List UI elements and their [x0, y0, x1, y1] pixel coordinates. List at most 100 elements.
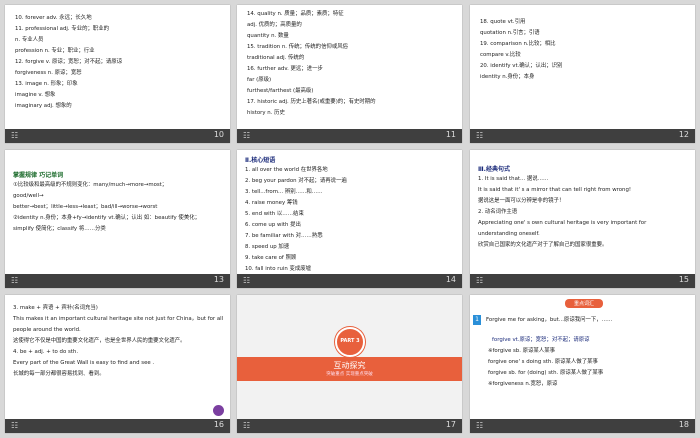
line-3: 这使得它不仅是中国的重要文化遗产，也是全世界人民的重要文化遗产。 — [13, 338, 186, 344]
line-2: forgive vt.原谅；宽恕；对不起；请原谅 — [492, 337, 590, 343]
line-4: 12. forgive v. 原谅；宽恕；对不起；请原谅 — [15, 59, 123, 65]
line-3: ②identity n.身份；本身+fy→identify vt.确认；认出 如… — [13, 215, 200, 221]
notes-icon: ☷ — [476, 421, 484, 430]
line-7: 8. speed up 加速 — [245, 244, 290, 250]
notes-icon: ☷ — [11, 421, 19, 430]
line-4: traditional adj. 传统的 — [247, 55, 305, 61]
slide-number: 17 — [445, 420, 456, 429]
slide-number: 12 — [678, 130, 689, 139]
slide-footer: ☷ 14 — [237, 274, 462, 288]
line-2: 3. tell...from... 辨别……和…… — [245, 189, 323, 195]
line-6: 13. image n. 形象；印象 — [15, 81, 78, 87]
line-5: 16. further adv. 更远；进一步 — [247, 66, 323, 72]
title-band: 互动探究 突破重点 实现重点突破 — [237, 357, 462, 381]
notes-icon: ☷ — [243, 131, 251, 140]
slide-footer: ☷ 18 — [470, 419, 695, 433]
slide-thumbnail-12[interactable]: 18. quote vt.引用 quotation n.引言；引语 19. co… — [470, 5, 695, 143]
line-1: This makes it an important cultural heri… — [13, 316, 224, 322]
line-4: Appreciating one' s own cultural heritag… — [478, 220, 647, 226]
slide-footer: ☷ 17 — [237, 419, 462, 433]
line-5: Every part of the Great Wall is easy to … — [13, 360, 155, 366]
part-label: PART 3 — [340, 338, 360, 344]
line-2: n. 专业人员 — [15, 37, 44, 43]
home-icon[interactable] — [213, 405, 224, 416]
line-0: 10. forever adv. 永远；长久地 — [15, 15, 92, 21]
slide-number: 18 — [678, 420, 689, 429]
line-6: ※forgiveness n.宽恕，原谅 — [488, 381, 558, 387]
line-8: 17. historic adj. 历史上著名(或重要)的；有史时期的 — [247, 99, 376, 105]
notes-icon: ☷ — [11, 131, 19, 140]
line-3: 2. 动名词作主语 — [478, 209, 518, 215]
line-9: history n. 历史 — [247, 110, 285, 116]
item-number-box: 1 — [473, 315, 481, 325]
line-2: 据说这是一面可以分辨是非的镜子！ — [478, 198, 565, 204]
notes-icon: ☷ — [243, 276, 251, 285]
section-title: 掌握规律 巧记单词 — [13, 172, 64, 179]
line-0: 1. It is said that... 据说…… — [478, 176, 549, 182]
line-9: 10. fall into ruin 变成废墟 — [245, 266, 312, 272]
slide-thumbnail-13[interactable]: 掌握规律 巧记单词 ①比较级和最高级的不规则变化：many/much→more→… — [5, 150, 230, 288]
line-5: forgiveness n. 原谅；宽恕 — [15, 70, 82, 76]
slide-footer: ☷ 11 — [237, 129, 462, 143]
line-3: 15. tradition n. 传统；传统的信仰或风俗 — [247, 44, 349, 50]
slide-footer: ☷ 15 — [470, 274, 695, 288]
line-0: 14. quality n. 质量；品质；素质；特征 — [247, 11, 344, 17]
line-5: identity n.身份；本身 — [480, 74, 535, 80]
line-0: 18. quote vt.引用 — [480, 19, 526, 25]
line-6: far (原级) — [247, 77, 272, 83]
notes-icon: ☷ — [476, 276, 484, 285]
part-subtitle: 突破重点 实现重点突破 — [326, 372, 373, 377]
line-3: 4. raise money 筹钱 — [245, 200, 298, 206]
line-4: 4. be + adj. + to do sth. — [13, 349, 79, 355]
slide-footer: ☷ 16 — [5, 419, 230, 433]
line-2: 19. comparison n.比较；相比 — [480, 41, 556, 47]
line-0: 1. all over the world 在世界各地 — [245, 167, 328, 173]
slide-number: 15 — [678, 275, 689, 284]
section-title: Ⅱ.核心短语 — [245, 157, 276, 164]
slide-number: 16 — [213, 420, 224, 429]
line-1: 2. beg your pardon 对不起；请再说一遍 — [245, 178, 347, 184]
line-0: 3. make + 宾语 + 宾补(名词充当) — [13, 305, 98, 311]
line-5: understanding oneself. — [478, 231, 540, 237]
slide-footer: ☷ 12 — [470, 129, 695, 143]
slide-footer: ☷ 13 — [5, 274, 230, 288]
notes-icon: ☷ — [476, 131, 484, 140]
part-badge: PART 3 — [335, 327, 365, 357]
slide-thumbnail-14[interactable]: Ⅱ.核心短语 1. all over the world 在世界各地 2. be… — [237, 150, 462, 288]
slide-thumbnail-11[interactable]: 14. quality n. 质量；品质；素质；特征 adj. 优质的；高质量的… — [237, 5, 462, 143]
line-3: profession n. 专业；职业；行业 — [15, 48, 95, 54]
line-8: imaginary adj. 想象的 — [15, 103, 72, 109]
line-6: 长城的每一部分都很容易找到、看到。 — [13, 371, 105, 377]
slide-thumbnail-15[interactable]: Ⅲ.经典句式 1. It is said that... 据说…… It is … — [470, 150, 695, 288]
slide-number: 14 — [445, 275, 456, 284]
line-5: 6. come up with 提出 — [245, 222, 301, 228]
line-4: simplify 使简化；classify 将……分类 — [13, 226, 106, 232]
line-3: compare v.比较 — [480, 52, 521, 58]
slide-thumbnail-18[interactable]: 重点词汇 1 Forgive me for asking，but...原谅我问一… — [470, 295, 695, 433]
part-title: 互动探究 — [333, 361, 366, 370]
line-2: quantity n. 数量 — [247, 33, 289, 39]
line-1: It is said that it' s a mirror that can … — [478, 187, 632, 193]
slide-number: 11 — [445, 130, 456, 139]
section-pill: 重点词汇 — [565, 299, 603, 308]
slide-thumbnail-17[interactable]: PART 3 互动探究 突破重点 实现重点突破 ☷ 17 — [237, 295, 462, 433]
line-3: ※forgive sb. 原谅某人某事 — [488, 348, 555, 354]
slide-footer: ☷ 10 — [5, 129, 230, 143]
line-0: Forgive me for asking，but...原谅我问一下，…… — [486, 317, 613, 323]
line-7: furthest/farthest (最高级) — [247, 88, 314, 94]
line-6: 7. be familiar with 对……熟悉 — [245, 233, 323, 239]
line-0: ①比较级和最高级的不规则变化：many/much→more→most； — [13, 182, 168, 188]
line-1: 11. professional adj. 专业的；职业的 — [15, 26, 110, 32]
slide-number: 13 — [213, 275, 224, 284]
line-6: 欣赏自己国家的文化遗产对于了解自己的国家很重要。 — [478, 242, 608, 248]
slide-thumbnail-16[interactable]: 3. make + 宾语 + 宾补(名词充当) This makes it an… — [5, 295, 230, 433]
slide-thumbnail-10[interactable]: 10. forever adv. 永远；长久地 11. professional… — [5, 5, 230, 143]
line-4: forgive one' s doing sth. 原谅某人做了某事 — [488, 359, 598, 365]
notes-icon: ☷ — [11, 276, 19, 285]
line-4: 5. end with 以……结束 — [245, 211, 304, 217]
line-7: imagine v. 想象 — [15, 92, 56, 98]
line-4: 20. identify vt.确认；认出；识别 — [480, 63, 563, 69]
pill-label: 重点词汇 — [573, 301, 594, 307]
notes-icon: ☷ — [243, 421, 251, 430]
line-2: better→best；little→less→least；bad/ill→wo… — [13, 204, 158, 210]
